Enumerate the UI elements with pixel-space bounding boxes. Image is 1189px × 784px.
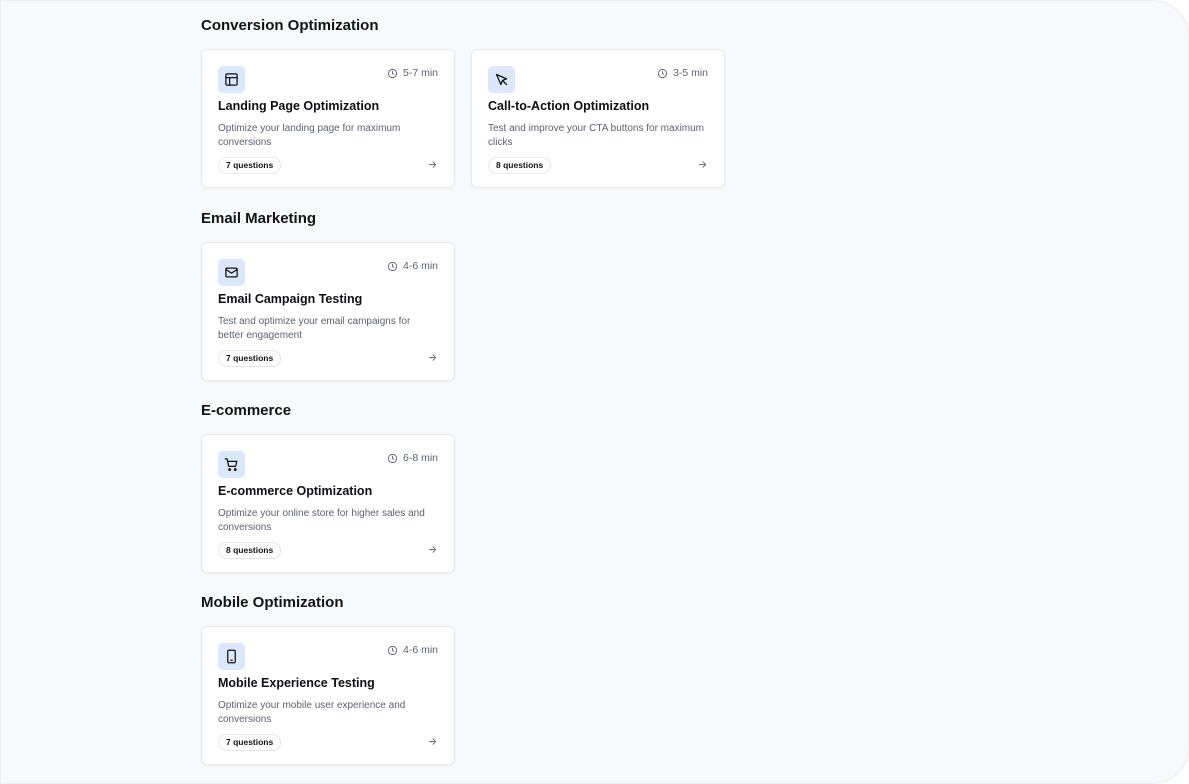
page-frame: Conversion Optimization 5-7 min Landing … xyxy=(0,0,1189,784)
questions-badge: 8 questions xyxy=(218,542,282,559)
questions-badge: 8 questions xyxy=(488,157,552,174)
duration: 3-5 min xyxy=(657,67,708,79)
card-description: Test and improve your CTA buttons for ma… xyxy=(488,123,705,148)
duration: 5-7 min xyxy=(387,67,438,79)
questions-badge: 7 questions xyxy=(218,157,282,174)
duration-label: 4-6 min xyxy=(402,644,438,656)
clock-icon xyxy=(387,68,398,78)
template-card-mobile-experience[interactable]: 4-6 min Mobile Experience Testing Optimi… xyxy=(201,626,455,765)
section-mobile-optimization: Mobile Optimization 4-6 min Mobile Exper… xyxy=(201,592,455,765)
questions-badge: 7 questions xyxy=(218,734,282,751)
duration-label: 3-5 min xyxy=(672,67,708,79)
card-title: Mobile Experience Testing xyxy=(218,676,375,690)
arrow-right-icon[interactable] xyxy=(427,352,438,363)
clock-icon xyxy=(657,68,668,78)
mail-icon xyxy=(218,259,245,286)
template-card-email-campaign[interactable]: 4-6 min Email Campaign Testing Test and … xyxy=(201,242,455,381)
duration: 4-6 min xyxy=(387,260,438,272)
cart-icon xyxy=(218,451,245,478)
arrow-right-icon[interactable] xyxy=(427,544,438,555)
clock-icon xyxy=(387,645,398,655)
smartphone-icon xyxy=(218,643,245,670)
arrow-right-icon[interactable] xyxy=(427,736,438,747)
section-email-marketing: Email Marketing 4-6 min Email Campaign T… xyxy=(201,208,455,381)
card-description: Test and optimize your email campaigns f… xyxy=(218,316,411,341)
card-title: Landing Page Optimization xyxy=(218,99,380,113)
template-card-landing-page[interactable]: 5-7 min Landing Page Optimization Optimi… xyxy=(201,49,455,188)
card-title: E-commerce Optimization xyxy=(218,484,373,498)
section-title: Conversion Optimization xyxy=(201,17,379,34)
card-title: Email Campaign Testing xyxy=(218,292,363,306)
section-title: Mobile Optimization xyxy=(201,594,344,611)
section-title: Email Marketing xyxy=(201,210,317,227)
template-card-cta[interactable]: 3-5 min Call-to-Action Optimization Test… xyxy=(471,49,725,188)
section-conversion-optimization: Conversion Optimization 5-7 min Landing … xyxy=(201,15,725,188)
clock-icon xyxy=(387,261,398,271)
arrow-right-icon[interactable] xyxy=(427,159,438,170)
card-title: Call-to-Action Optimization xyxy=(488,99,650,113)
template-card-ecommerce[interactable]: 6-8 min E-commerce Optimization Optimize… xyxy=(201,434,455,573)
duration: 4-6 min xyxy=(387,644,438,656)
questions-badge: 7 questions xyxy=(218,350,282,367)
section-e-commerce: E-commerce 6-8 min E-commerce Optimizati… xyxy=(201,400,455,573)
duration-label: 6-8 min xyxy=(402,452,438,464)
duration-label: 4-6 min xyxy=(402,260,438,272)
card-description: Optimize your landing page for maximum c… xyxy=(218,123,401,148)
layout-icon xyxy=(218,66,245,93)
clock-icon xyxy=(387,453,398,463)
card-description: Optimize your mobile user experience and… xyxy=(218,700,406,725)
section-title: E-commerce xyxy=(201,402,292,419)
duration-label: 5-7 min xyxy=(402,67,438,79)
duration: 6-8 min xyxy=(387,452,438,464)
cursor-icon xyxy=(488,66,515,93)
arrow-right-icon[interactable] xyxy=(697,159,708,170)
card-description: Optimize your online store for higher sa… xyxy=(218,508,425,533)
